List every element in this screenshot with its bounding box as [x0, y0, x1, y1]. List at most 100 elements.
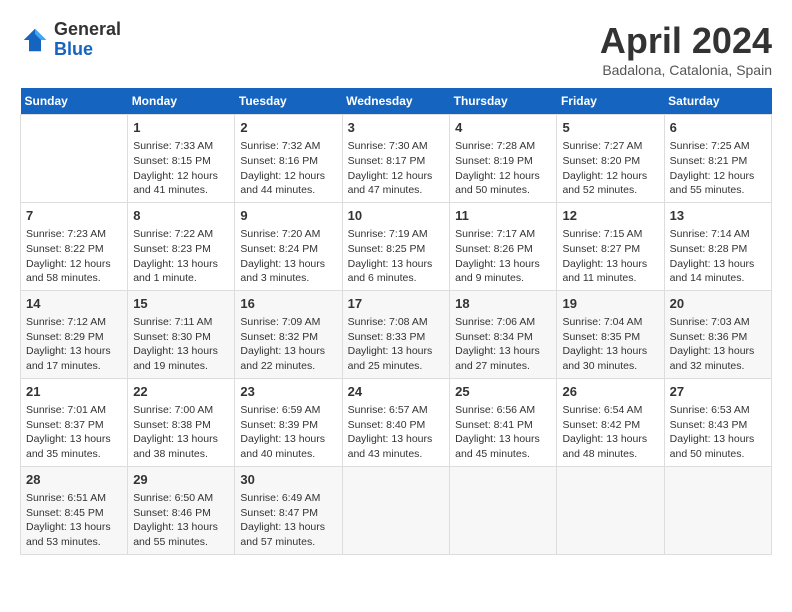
calendar-cell: 16 Sunrise: 7:09 AMSunset: 8:32 PMDayligh… — [235, 290, 342, 378]
week-row-3: 14 Sunrise: 7:12 AMSunset: 8:29 PMDayligh… — [21, 290, 772, 378]
day-number: 10 — [348, 207, 445, 225]
header-row: SundayMondayTuesdayWednesdayThursdayFrid… — [21, 88, 772, 115]
day-info: Sunrise: 7:27 AMSunset: 8:20 PMDaylight:… — [562, 139, 658, 198]
logo-blue-text: Blue — [54, 39, 93, 59]
calendar-cell: 24Sunrise: 6:57 AMSunset: 8:40 PMDayligh… — [342, 378, 450, 466]
day-number: 23 — [240, 383, 336, 401]
calendar-cell: 19 Sunrise: 7:04 AMSunset: 8:35 PMDayligh… — [557, 290, 664, 378]
day-number: 11 — [455, 207, 551, 225]
day-number: 3 — [348, 119, 445, 137]
calendar-cell: 18 Sunrise: 7:06 AMSunset: 8:34 PMDayligh… — [450, 290, 557, 378]
logo-icon — [20, 25, 50, 55]
calendar-cell: 15 Sunrise: 7:11 AMSunset: 8:30 PMDayligh… — [128, 290, 235, 378]
day-info: Sunrise: 7:25 AMSunset: 8:21 PMDaylight:… — [670, 139, 766, 198]
day-number: 21 — [26, 383, 122, 401]
calendar-cell: 21 Sunrise: 7:01 AMSunset: 8:37 PMDayligh… — [21, 378, 128, 466]
day-info: Sunrise: 6:54 AMSunset: 8:42 PMDaylight:… — [562, 403, 658, 462]
logo: General Blue — [20, 20, 121, 60]
calendar-cell: 10 Sunrise: 7:19 AMSunset: 8:25 PMDayligh… — [342, 202, 450, 290]
day-info: Sunrise: 7:22 AMSunset: 8:23 PMDaylight:… — [133, 227, 229, 286]
day-header-monday: Monday — [128, 88, 235, 115]
day-header-tuesday: Tuesday — [235, 88, 342, 115]
day-info: Sunrise: 6:50 AMSunset: 8:46 PMDaylight:… — [133, 491, 229, 550]
day-header-thursday: Thursday — [450, 88, 557, 115]
calendar-cell: 30 Sunrise: 6:49 AMSunset: 8:47 PMDayligh… — [235, 466, 342, 554]
day-number: 28 — [26, 471, 122, 489]
calendar-cell: 1 Sunrise: 7:33 AMSunset: 8:15 PMDaylight… — [128, 115, 235, 203]
day-number: 26 — [562, 383, 658, 401]
day-info: Sunrise: 7:00 AMSunset: 8:38 PMDaylight:… — [133, 403, 229, 462]
calendar-cell: 9Sunrise: 7:20 AMSunset: 8:24 PMDaylight… — [235, 202, 342, 290]
day-info: Sunrise: 7:28 AMSunset: 8:19 PMDaylight:… — [455, 139, 551, 198]
calendar-cell: 8 Sunrise: 7:22 AMSunset: 8:23 PMDaylight… — [128, 202, 235, 290]
day-info: Sunrise: 7:20 AMSunset: 8:24 PMDaylight:… — [240, 227, 336, 286]
calendar-cell: 6 Sunrise: 7:25 AMSunset: 8:21 PMDaylight… — [664, 115, 771, 203]
day-info: Sunrise: 7:03 AMSunset: 8:36 PMDaylight:… — [670, 315, 766, 374]
day-info: Sunrise: 7:01 AMSunset: 8:37 PMDaylight:… — [26, 403, 122, 462]
day-info: Sunrise: 7:14 AMSunset: 8:28 PMDaylight:… — [670, 227, 766, 286]
day-number: 4 — [455, 119, 551, 137]
page-header: General Blue April 2024 Badalona, Catalo… — [20, 20, 772, 78]
title-block: April 2024 Badalona, Catalonia, Spain — [600, 20, 772, 78]
calendar-cell: 27 Sunrise: 6:53 AMSunset: 8:43 PMDayligh… — [664, 378, 771, 466]
day-info: Sunrise: 6:57 AMSunset: 8:40 PMDaylight:… — [348, 403, 445, 462]
day-info: Sunrise: 7:19 AMSunset: 8:25 PMDaylight:… — [348, 227, 445, 286]
day-info: Sunrise: 6:49 AMSunset: 8:47 PMDaylight:… — [240, 491, 336, 550]
day-number: 5 — [562, 119, 658, 137]
day-info: Sunrise: 6:53 AMSunset: 8:43 PMDaylight:… — [670, 403, 766, 462]
day-info: Sunrise: 7:08 AMSunset: 8:33 PMDaylight:… — [348, 315, 445, 374]
day-number: 30 — [240, 471, 336, 489]
day-number: 1 — [133, 119, 229, 137]
day-header-saturday: Saturday — [664, 88, 771, 115]
calendar-cell: 4 Sunrise: 7:28 AMSunset: 8:19 PMDaylight… — [450, 115, 557, 203]
calendar-cell: 11 Sunrise: 7:17 AMSunset: 8:26 PMDayligh… — [450, 202, 557, 290]
week-row-5: 28Sunrise: 6:51 AMSunset: 8:45 PMDayligh… — [21, 466, 772, 554]
calendar-cell: 28Sunrise: 6:51 AMSunset: 8:45 PMDayligh… — [21, 466, 128, 554]
calendar-cell: 23 Sunrise: 6:59 AMSunset: 8:39 PMDayligh… — [235, 378, 342, 466]
calendar-cell: 29 Sunrise: 6:50 AMSunset: 8:46 PMDayligh… — [128, 466, 235, 554]
week-row-2: 7Sunrise: 7:23 AMSunset: 8:22 PMDaylight… — [21, 202, 772, 290]
calendar-cell: 14 Sunrise: 7:12 AMSunset: 8:29 PMDayligh… — [21, 290, 128, 378]
calendar-cell: 2Sunrise: 7:32 AMSunset: 8:16 PMDaylight… — [235, 115, 342, 203]
day-number: 6 — [670, 119, 766, 137]
day-number: 14 — [26, 295, 122, 313]
calendar-cell: 5 Sunrise: 7:27 AMSunset: 8:20 PMDaylight… — [557, 115, 664, 203]
day-info: Sunrise: 7:11 AMSunset: 8:30 PMDaylight:… — [133, 315, 229, 374]
day-number: 27 — [670, 383, 766, 401]
day-header-friday: Friday — [557, 88, 664, 115]
calendar-cell — [557, 466, 664, 554]
day-number: 13 — [670, 207, 766, 225]
day-info: Sunrise: 7:04 AMSunset: 8:35 PMDaylight:… — [562, 315, 658, 374]
day-info: Sunrise: 7:06 AMSunset: 8:34 PMDaylight:… — [455, 315, 551, 374]
week-row-1: 1 Sunrise: 7:33 AMSunset: 8:15 PMDaylight… — [21, 115, 772, 203]
day-number: 16 — [240, 295, 336, 313]
day-header-wednesday: Wednesday — [342, 88, 450, 115]
day-number: 18 — [455, 295, 551, 313]
day-number: 20 — [670, 295, 766, 313]
day-info: Sunrise: 7:09 AMSunset: 8:32 PMDaylight:… — [240, 315, 336, 374]
calendar-cell: 26 Sunrise: 6:54 AMSunset: 8:42 PMDayligh… — [557, 378, 664, 466]
day-info: Sunrise: 6:59 AMSunset: 8:39 PMDaylight:… — [240, 403, 336, 462]
day-info: Sunrise: 7:30 AMSunset: 8:17 PMDaylight:… — [348, 139, 445, 198]
day-info: Sunrise: 7:32 AMSunset: 8:16 PMDaylight:… — [240, 139, 336, 198]
calendar-cell: 7Sunrise: 7:23 AMSunset: 8:22 PMDaylight… — [21, 202, 128, 290]
calendar-cell — [664, 466, 771, 554]
calendar-cell: 25Sunrise: 6:56 AMSunset: 8:41 PMDayligh… — [450, 378, 557, 466]
calendar-cell: 22 Sunrise: 7:00 AMSunset: 8:38 PMDayligh… — [128, 378, 235, 466]
day-number: 19 — [562, 295, 658, 313]
day-number: 8 — [133, 207, 229, 225]
day-info: Sunrise: 7:17 AMSunset: 8:26 PMDaylight:… — [455, 227, 551, 286]
day-info: Sunrise: 6:56 AMSunset: 8:41 PMDaylight:… — [455, 403, 551, 462]
day-number: 15 — [133, 295, 229, 313]
calendar-cell: 12Sunrise: 7:15 AMSunset: 8:27 PMDayligh… — [557, 202, 664, 290]
calendar-cell — [450, 466, 557, 554]
calendar-cell: 3 Sunrise: 7:30 AMSunset: 8:17 PMDaylight… — [342, 115, 450, 203]
day-info: Sunrise: 7:33 AMSunset: 8:15 PMDaylight:… — [133, 139, 229, 198]
day-header-sunday: Sunday — [21, 88, 128, 115]
day-number: 22 — [133, 383, 229, 401]
day-number: 17 — [348, 295, 445, 313]
calendar-cell: 13 Sunrise: 7:14 AMSunset: 8:28 PMDayligh… — [664, 202, 771, 290]
day-info: Sunrise: 7:12 AMSunset: 8:29 PMDaylight:… — [26, 315, 122, 374]
calendar-cell — [342, 466, 450, 554]
day-number: 29 — [133, 471, 229, 489]
